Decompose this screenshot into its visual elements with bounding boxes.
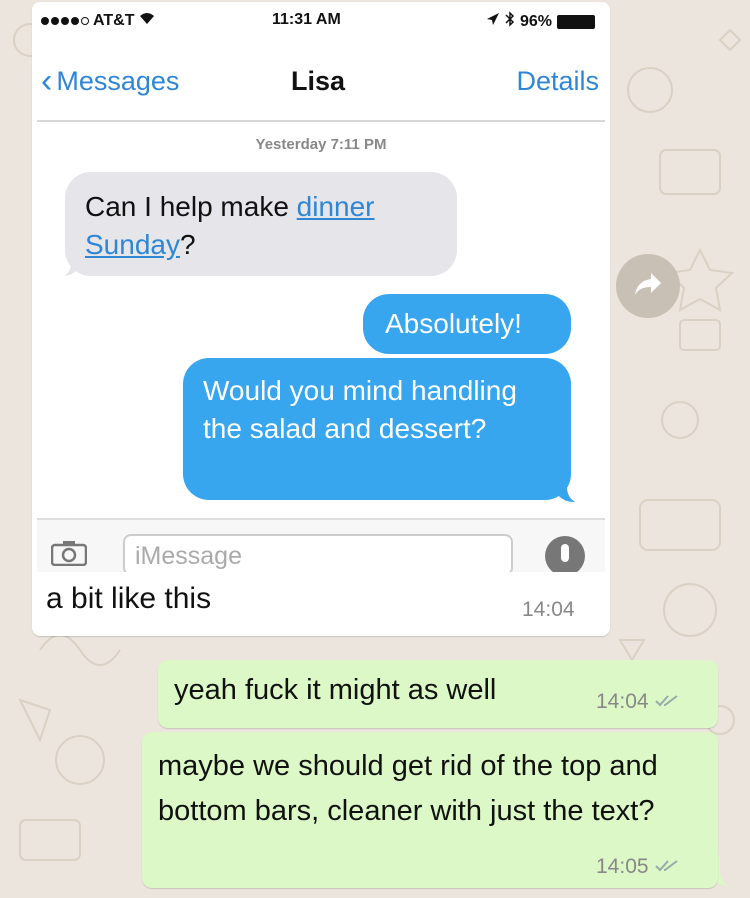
back-button[interactable]: ‹ Messages (41, 64, 179, 98)
back-label: Messages (56, 65, 180, 96)
outgoing-imessage-bubble: Would you mind handling the salad and de… (183, 358, 571, 500)
double-check-icon (654, 690, 679, 714)
incoming-text-part: Can I help make (85, 191, 297, 222)
status-bar: AT&T 11:31 AM 96% (37, 2, 605, 38)
imessage-screenshot-image[interactable]: AT&T 11:31 AM 96% ‹ Messages Lisa Detail… (37, 2, 605, 572)
outgoing-tail-mask (567, 470, 595, 504)
forward-button[interactable] (616, 254, 680, 318)
nav-divider (37, 120, 605, 122)
dinner-link[interactable]: dinner (297, 191, 375, 222)
carrier-label: AT&T (93, 11, 135, 29)
wifi-icon (138, 11, 156, 30)
sent-message-meta: 14:04 (596, 690, 679, 714)
image-caption: a bit like this (46, 582, 212, 615)
chevron-left-icon: ‹ (41, 62, 53, 100)
sent-time: 14:05 (596, 855, 649, 878)
status-time: 11:31 AM (272, 11, 341, 28)
imessage-nav-bar: ‹ Messages Lisa Details (37, 52, 605, 112)
details-button[interactable]: Details (516, 66, 599, 97)
bluetooth-icon (505, 11, 515, 32)
incoming-imessage-bubble: Can I help make dinner Sunday? (65, 172, 457, 276)
message-timestamp: Yesterday 7:11 PM (255, 136, 387, 153)
microphone-icon[interactable] (545, 536, 585, 572)
conversation-title: Lisa (291, 66, 346, 96)
signal-strength-icon (41, 16, 89, 25)
sunday-link[interactable]: Sunday (85, 229, 180, 260)
camera-icon[interactable] (50, 540, 88, 567)
double-check-icon (654, 855, 679, 879)
sent-time: 14:04 (596, 690, 649, 713)
battery-icon (557, 14, 595, 29)
outgoing-imessage-bubble: Absolutely! (363, 294, 571, 354)
sent-message-text: yeah fuck it might as well (174, 674, 497, 706)
sent-message-text: maybe we should get rid of the top and b… (158, 750, 658, 827)
incoming-text-end: ? (179, 229, 196, 260)
received-time: 14:04 (522, 598, 575, 621)
sent-message-meta: 14:05 (596, 855, 679, 879)
forward-arrow-icon (633, 271, 663, 302)
imessage-input[interactable]: iMessage (123, 534, 513, 572)
location-icon (486, 12, 500, 31)
imessage-input-bar: iMessage (37, 518, 605, 572)
battery-percent: 96% (519, 12, 552, 30)
